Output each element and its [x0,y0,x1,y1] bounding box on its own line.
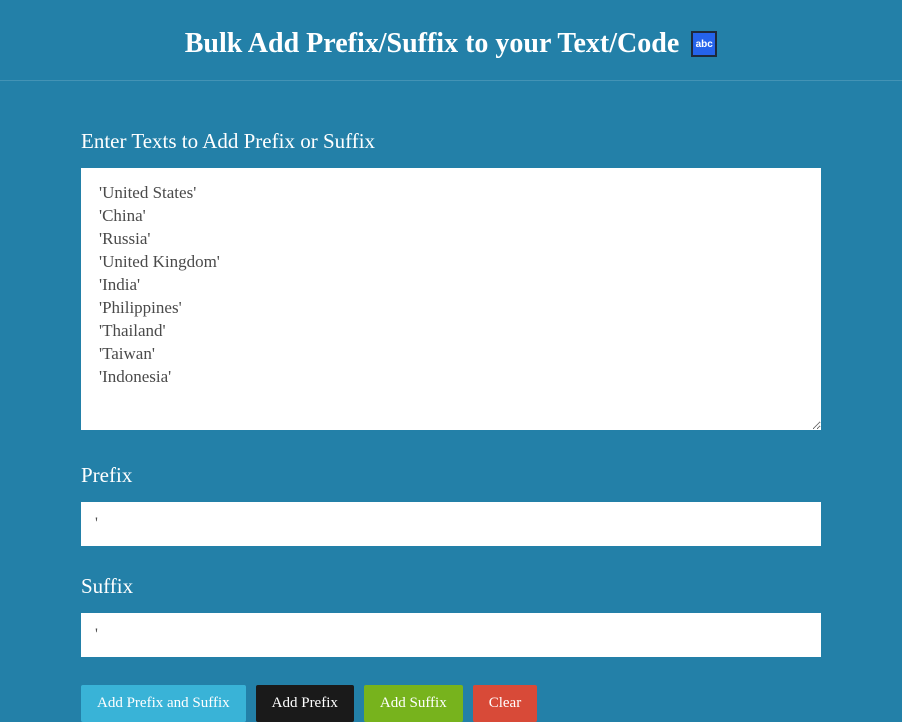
page-header: Bulk Add Prefix/Suffix to your Text/Code… [0,0,902,81]
text-input-label: Enter Texts to Add Prefix or Suffix [81,129,821,154]
suffix-label: Suffix [81,574,821,599]
prefix-input[interactable] [81,502,821,546]
prefix-label: Prefix [81,463,821,488]
add-prefix-button[interactable]: Add Prefix [256,685,354,722]
clear-button[interactable]: Clear [473,685,537,722]
suffix-input[interactable] [81,613,821,657]
button-row: Add Prefix and Suffix Add Prefix Add Suf… [81,685,821,722]
add-prefix-suffix-button[interactable]: Add Prefix and Suffix [81,685,246,722]
title-text: Bulk Add Prefix/Suffix to your Text/Code [185,28,680,60]
page-title: Bulk Add Prefix/Suffix to your Text/Code… [185,28,718,60]
text-input[interactable]: 'United States' 'China' 'Russia' 'United… [81,168,821,430]
main-container: Enter Texts to Add Prefix or Suffix 'Uni… [81,81,821,722]
add-suffix-button[interactable]: Add Suffix [364,685,463,722]
abc-icon: abc [691,31,717,57]
